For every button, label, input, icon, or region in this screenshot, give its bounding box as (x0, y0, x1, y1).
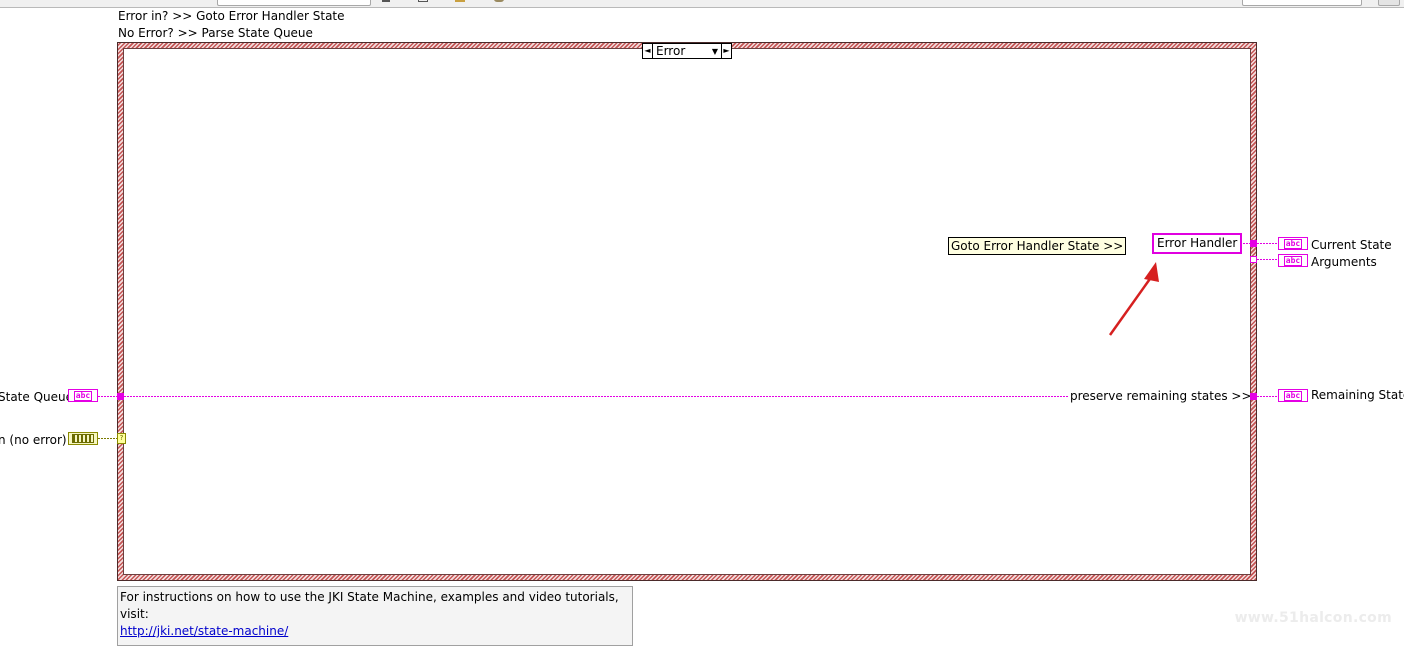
arguments-label: Arguments (1311, 255, 1377, 269)
current-state-terminal[interactable]: abc (1278, 237, 1308, 250)
annotation-arrow-head (1144, 262, 1159, 282)
instructions-text: For instructions on how to use the JKI S… (120, 590, 619, 621)
remaining-states-terminal[interactable]: abc (1278, 389, 1308, 402)
string-terminal-icon: abc (73, 390, 93, 401)
error-in-terminal[interactable] (68, 432, 98, 445)
current-state-tunnel[interactable] (1250, 240, 1257, 247)
error-handler-string-constant[interactable]: Error Handler (1152, 233, 1243, 254)
toolbar-help-button[interactable] (1378, 0, 1400, 6)
current-state-label: Current State (1311, 238, 1392, 252)
toolbar-help-search-field[interactable] (1242, 0, 1362, 6)
string-terminal-icon: abc (1283, 390, 1303, 401)
toolbar-strip (0, 0, 1404, 8)
case-selector-dropdown-icon[interactable]: ▼ (709, 44, 721, 58)
toolbar-icon[interactable] (455, 0, 465, 2)
state-queue-wire-inner (124, 396, 1068, 397)
remaining-states-label: Remaining State (1311, 388, 1404, 402)
arguments-terminal[interactable]: abc (1278, 254, 1308, 267)
case-selector-value[interactable]: Error (653, 44, 709, 58)
error-selector-terminal[interactable]: ? (117, 433, 126, 444)
case-selector[interactable]: ◄ Error ▼ ► (642, 43, 732, 59)
state-queue-label: State Queue (0, 390, 73, 404)
header-comment-error: Error in? >> Goto Error Handler State (118, 9, 345, 23)
string-terminal-icon: abc (1283, 255, 1303, 266)
error-in-wire (98, 438, 118, 439)
instructions-link[interactable]: http://jki.net/state-machine/ (120, 624, 288, 638)
state-queue-tunnel[interactable] (117, 393, 124, 400)
toolbar-search-field[interactable] (217, 0, 371, 6)
cluster-terminal-icon (72, 434, 94, 443)
current-state-wire-outer (1257, 243, 1279, 244)
arguments-wire (1257, 259, 1279, 260)
case-selector-decrement-icon[interactable]: ◄ (643, 44, 653, 58)
state-queue-wire-outer (98, 396, 118, 397)
state-queue-terminal[interactable]: abc (68, 389, 98, 402)
toolbar-icon[interactable] (418, 0, 428, 2)
remaining-states-wire (1257, 396, 1279, 397)
remaining-states-tunnel[interactable] (1250, 393, 1257, 400)
case-structure-diagram[interactable] (123, 48, 1251, 575)
case-selector-increment-icon[interactable]: ► (721, 44, 731, 58)
watermark: www.51halcon.com (1234, 610, 1392, 626)
annotation-arrow-icon (1108, 262, 1159, 336)
header-comment-no-error: No Error? >> Parse State Queue (118, 26, 313, 40)
toolbar-icon[interactable] (382, 0, 390, 2)
error-in-label: n (no error) (0, 433, 67, 447)
arguments-tunnel[interactable] (1250, 256, 1257, 263)
preserve-remaining-label: preserve remaining states >> (1070, 389, 1252, 403)
instructions-comment: For instructions on how to use the JKI S… (117, 586, 633, 646)
annotation-arrow-shaft (1108, 275, 1154, 336)
string-terminal-icon: abc (1283, 238, 1303, 249)
